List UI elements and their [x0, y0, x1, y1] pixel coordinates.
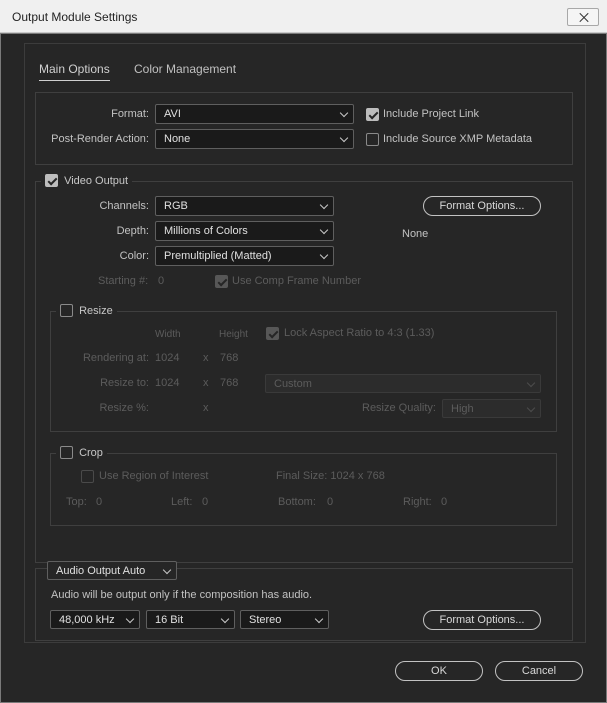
rendering-height: 768	[220, 352, 239, 364]
starting-number-value: 0	[158, 275, 165, 287]
crop-section: Crop Use Region of Interest Final Size: …	[50, 446, 557, 526]
rendering-at-label: Rendering at:	[82, 352, 149, 364]
crop-bottom-value[interactable]: 0	[327, 496, 333, 508]
use-roi-label: Use Region of Interest	[99, 470, 209, 482]
crop-right-label: Right:	[403, 496, 432, 508]
color-select[interactable]: Premultiplied (Matted)	[155, 246, 334, 266]
video-output-checkbox[interactable]	[45, 174, 58, 187]
resize-to-label: Resize to:	[100, 377, 149, 389]
use-comp-frame-checkbox[interactable]	[215, 275, 228, 288]
format-section: Format: AVI Post-Render Action: None Inc…	[35, 92, 573, 165]
include-project-link-checkbox[interactable]	[366, 108, 379, 121]
tab-main-options[interactable]: Main Options	[39, 62, 110, 81]
resize-percent-label: Resize %:	[99, 402, 149, 414]
depth-label: Depth:	[116, 225, 149, 237]
format-select-value: AVI	[164, 108, 181, 120]
crop-top-value[interactable]: 0	[96, 496, 102, 508]
chevron-down-icon	[319, 250, 329, 260]
resize-checkbox[interactable]	[60, 304, 73, 317]
audio-output-mode-select[interactable]: Audio Output Auto	[47, 561, 177, 580]
crop-title: Crop	[79, 446, 103, 459]
codec-info-text: None	[402, 228, 429, 240]
post-render-select-value: None	[164, 133, 191, 145]
audio-output-mode-value: Audio Output Auto	[56, 565, 146, 577]
video-format-options-button[interactable]: Format Options...	[423, 196, 541, 216]
chevron-down-icon	[526, 378, 536, 388]
audio-format-options-button[interactable]: Format Options...	[423, 610, 541, 630]
dialog-body: Main Options Color Management Format: AV…	[0, 33, 607, 703]
rendering-x: x	[203, 352, 209, 364]
lock-aspect-label: Lock Aspect Ratio to 4:3 (1.33)	[284, 327, 435, 339]
resize-to-width[interactable]: 1024	[155, 377, 179, 389]
format-select[interactable]: AVI	[155, 104, 354, 124]
crop-header: Crop	[56, 446, 107, 462]
width-header: Width	[155, 329, 181, 340]
crop-left-label: Left:	[171, 496, 193, 508]
channels-select-value: RGB	[164, 200, 188, 212]
starting-number-label: Starting #:	[98, 275, 149, 287]
crop-top-label: Top:	[66, 496, 87, 508]
final-size-text: Final Size: 1024 x 768	[276, 470, 385, 482]
audio-output-section: Audio Output Auto Audio will be output o…	[35, 561, 573, 641]
audio-channels-select[interactable]: Stereo	[240, 610, 329, 629]
use-comp-frame-label: Use Comp Frame Number	[232, 275, 361, 287]
chevron-down-icon	[339, 133, 349, 143]
title-bar: Output Module Settings	[0, 0, 607, 33]
chevron-down-icon	[319, 225, 329, 235]
audio-rate-select[interactable]: 48,000 kHz	[50, 610, 140, 629]
crop-bottom-label: Bottom:	[278, 496, 316, 508]
chevron-down-icon	[319, 200, 329, 210]
crop-checkbox[interactable]	[60, 446, 73, 459]
video-output-section: Video Output Channels: RGB Depth: Millio…	[35, 174, 573, 563]
audio-note-text: Audio will be output only if the composi…	[51, 589, 313, 601]
resize-title: Resize	[79, 304, 113, 317]
chevron-down-icon	[526, 403, 536, 413]
video-output-title: Video Output	[64, 174, 129, 187]
color-label: Color:	[119, 250, 149, 262]
chevron-down-icon	[314, 614, 324, 624]
color-select-value: Premultiplied (Matted)	[164, 250, 272, 262]
resize-section: Resize Width Height Lock Aspect Ratio to…	[50, 304, 557, 432]
include-source-xmp-label: Include Source XMP Metadata	[383, 133, 532, 145]
chevron-down-icon	[162, 565, 172, 575]
resize-quality-select[interactable]: High	[442, 399, 541, 418]
depth-select-value: Millions of Colors	[164, 225, 248, 237]
channels-select[interactable]: RGB	[155, 196, 334, 216]
include-project-link-label: Include Project Link	[383, 108, 479, 120]
use-roi-checkbox[interactable]	[81, 470, 94, 483]
video-output-header: Video Output	[41, 174, 133, 190]
height-header: Height	[219, 329, 248, 340]
rendering-width: 1024	[155, 352, 180, 364]
resize-quality-value: High	[451, 403, 474, 415]
chevron-down-icon	[220, 614, 230, 624]
channels-label: Channels:	[99, 200, 149, 212]
resize-preset-select[interactable]: Custom	[265, 374, 541, 393]
crop-right-value[interactable]: 0	[441, 496, 447, 508]
ok-button[interactable]: OK	[395, 661, 483, 681]
resize-percent-x: x	[203, 402, 209, 414]
resize-header: Resize	[56, 304, 117, 320]
tab-panel: Main Options Color Management Format: AV…	[24, 43, 586, 643]
depth-select[interactable]: Millions of Colors	[155, 221, 334, 241]
resize-to-x: x	[203, 377, 209, 389]
post-render-select[interactable]: None	[155, 129, 354, 149]
window-title: Output Module Settings	[12, 10, 138, 24]
audio-bits-select[interactable]: 16 Bit	[146, 610, 235, 629]
audio-bits-value: 16 Bit	[155, 614, 184, 626]
audio-channels-value: Stereo	[249, 614, 282, 626]
resize-quality-label: Resize Quality:	[362, 402, 436, 414]
chevron-down-icon	[125, 614, 135, 624]
lock-aspect-checkbox[interactable]	[266, 327, 279, 340]
include-source-xmp-checkbox[interactable]	[366, 133, 379, 146]
post-render-label: Post-Render Action:	[51, 133, 149, 145]
chevron-down-icon	[339, 108, 349, 118]
resize-preset-value: Custom	[274, 378, 312, 390]
crop-left-value[interactable]: 0	[202, 496, 208, 508]
audio-rate-value: 48,000 kHz	[59, 614, 115, 626]
cancel-button[interactable]: Cancel	[495, 661, 583, 681]
format-label: Format:	[111, 108, 149, 120]
close-icon[interactable]	[567, 8, 599, 26]
resize-to-height[interactable]: 768	[220, 377, 238, 389]
tab-color-management[interactable]: Color Management	[134, 62, 236, 76]
